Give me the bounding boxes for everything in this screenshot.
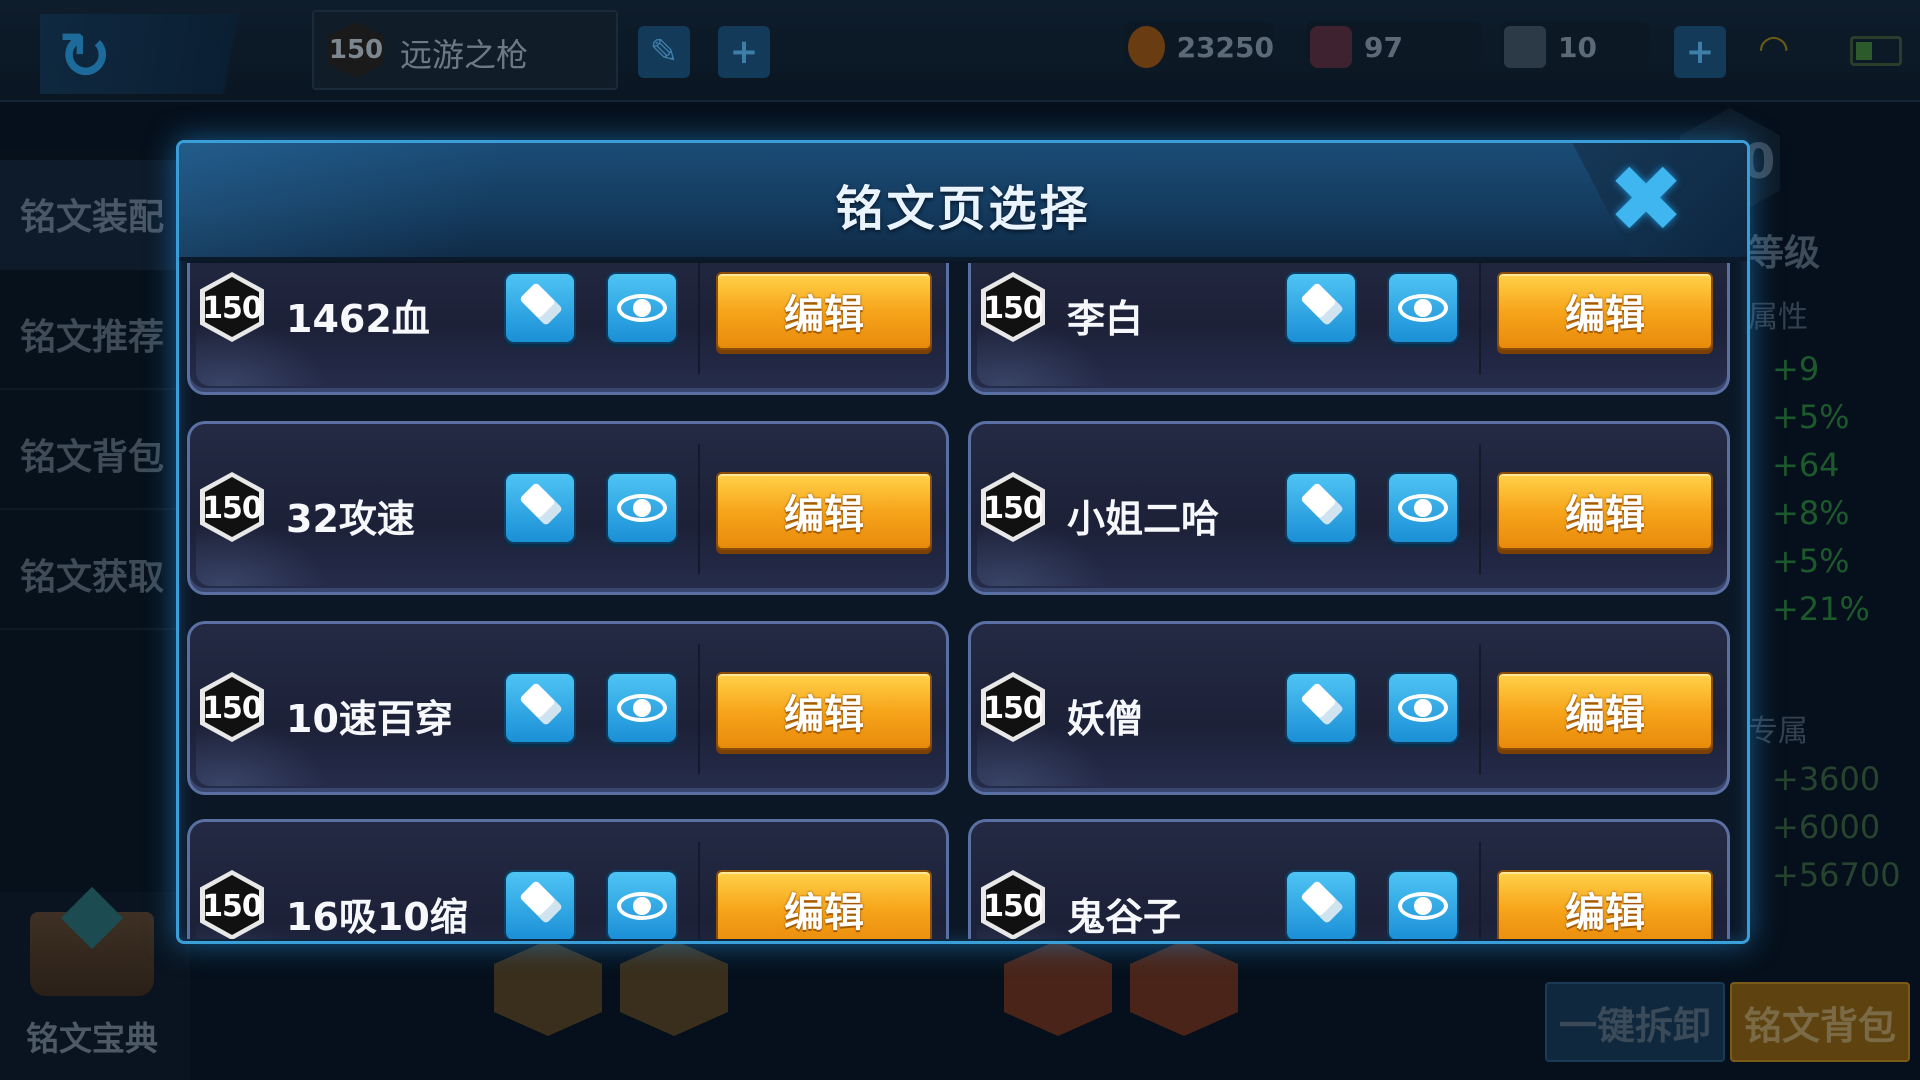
rune-page-card[interactable]: 150 10速百穿 编辑	[187, 621, 949, 795]
view-button[interactable]	[1387, 870, 1459, 939]
nav-rune-recommend[interactable]: 铭文推荐	[0, 280, 185, 390]
rune-codex-button[interactable]: 铭文宝典	[0, 886, 190, 1080]
nav-rune-obtain[interactable]: 铭文获取	[0, 520, 185, 630]
view-button[interactable]	[606, 870, 678, 939]
back-button[interactable]: ↺	[40, 14, 270, 94]
exclusive-stat-value: +6000	[1772, 808, 1881, 846]
eraser-icon	[1300, 880, 1344, 924]
stat-value: +5%	[1772, 398, 1850, 436]
view-button[interactable]	[606, 272, 678, 344]
rune-page-card[interactable]: 150 小姐二哈 编辑	[968, 421, 1730, 595]
exclusive-stat-value: +3600	[1772, 760, 1881, 798]
rune-page-name: 李白	[1067, 297, 1144, 341]
edit-button[interactable]: 编辑	[1497, 472, 1713, 550]
rune-page-name: 鬼谷子	[1067, 895, 1182, 939]
view-button[interactable]	[606, 672, 678, 744]
rune-page-card[interactable]: 150 1462血 编辑	[187, 263, 949, 395]
dialog-title: 铭文页选择	[835, 181, 1091, 237]
dialog-header: 铭文页选择 ✖	[179, 143, 1747, 261]
rename-button[interactable]	[1285, 672, 1357, 744]
rename-button[interactable]	[504, 870, 576, 939]
left-nav: 铭文装配 铭文推荐 铭文背包 铭文获取	[0, 150, 185, 890]
book-icon	[30, 886, 154, 996]
rune-page-card[interactable]: 150 32攻速 编辑	[187, 421, 949, 595]
edit-button[interactable]: 编辑	[716, 472, 932, 550]
rune-slot[interactable]	[620, 940, 728, 1036]
eraser-icon	[1300, 282, 1344, 326]
hero-level-badge: 150	[328, 22, 384, 78]
hero-selector[interactable]: 150 远游之枪	[312, 10, 618, 90]
back-arrow-icon: ↺	[58, 20, 112, 94]
edit-button[interactable]: 编辑	[716, 870, 932, 939]
rune-page-name: 32攻速	[286, 497, 415, 541]
eraser-icon	[519, 682, 563, 726]
top-bar: ↺ 150 远游之枪 ✎ + 23250 97 10 + ◠	[0, 0, 1920, 102]
battery-icon	[1850, 36, 1902, 66]
stat-value: +8%	[1772, 494, 1850, 532]
rune-page-name: 小姐二哈	[1067, 497, 1220, 541]
rename-button[interactable]	[504, 672, 576, 744]
rune-page-name: 1462血	[286, 297, 430, 341]
stat-value: +21%	[1772, 590, 1870, 628]
stat-value: +64	[1772, 446, 1840, 484]
exclusive-stat-value: +56700	[1772, 856, 1901, 894]
rune-page-select-dialog: 铭文页选择 ✖ 150 1462血 编辑 150 李白 编辑 150 32攻速	[176, 140, 1750, 944]
eraser-icon	[1300, 682, 1344, 726]
rune-page-name: 妖僧	[1067, 697, 1144, 741]
topup-plus-icon[interactable]: +	[1674, 26, 1726, 78]
rename-button[interactable]	[1285, 472, 1357, 544]
rename-button[interactable]	[504, 272, 576, 344]
rune-bag-button[interactable]: 铭文背包	[1730, 982, 1910, 1062]
rune-page-card[interactable]: 150 鬼谷子 编辑	[968, 819, 1730, 939]
hero-name: 远游之枪	[400, 36, 529, 74]
wifi-icon: ◠	[1758, 28, 1790, 69]
rename-button[interactable]	[1285, 870, 1357, 939]
diamond-counter: 97	[1306, 22, 1482, 72]
rune-page-name: 10速百穿	[286, 697, 453, 741]
close-button[interactable]: ✖	[1605, 146, 1687, 253]
eraser-icon	[519, 482, 563, 526]
rename-button[interactable]	[504, 472, 576, 544]
nav-rune-bag[interactable]: 铭文背包	[0, 400, 185, 510]
rename-button[interactable]	[1285, 272, 1357, 344]
exclusive-title: 专属	[1748, 714, 1808, 749]
view-button[interactable]	[1387, 272, 1459, 344]
gold-counter: 23250	[1124, 22, 1274, 72]
unequip-all-button[interactable]: 一键拆卸	[1545, 982, 1725, 1062]
view-button[interactable]	[606, 472, 678, 544]
edit-button[interactable]: 编辑	[716, 672, 932, 750]
rune-level-label: 等级	[1748, 233, 1821, 274]
coupon-counter: 10	[1500, 22, 1650, 72]
rune-page-name: 16吸10缩	[286, 895, 468, 939]
close-icon: ✖	[1607, 146, 1685, 253]
edit-button[interactable]: 编辑	[1497, 672, 1713, 750]
eraser-icon	[519, 282, 563, 326]
rune-slot[interactable]	[494, 940, 602, 1036]
edit-button[interactable]: 编辑	[1497, 272, 1713, 350]
rune-page-list[interactable]: 150 1462血 编辑 150 李白 编辑 150 32攻速 编辑 150 小…	[187, 263, 1737, 939]
stat-value: +9	[1772, 350, 1820, 388]
diamond-icon	[1310, 26, 1352, 68]
rune-page-card[interactable]: 150 16吸10缩 编辑	[187, 819, 949, 939]
edit-button[interactable]: 编辑	[1497, 870, 1713, 939]
view-button[interactable]	[1387, 472, 1459, 544]
rune-page-card[interactable]: 150 李白 编辑	[968, 263, 1730, 395]
gold-coin-icon	[1128, 26, 1165, 68]
rune-slot[interactable]	[1130, 940, 1238, 1036]
stat-value: +5%	[1772, 542, 1850, 580]
edit-button[interactable]: 编辑	[716, 272, 932, 350]
attribute-title: 属性	[1748, 300, 1808, 335]
coupon-icon	[1504, 26, 1546, 68]
rune-page-card[interactable]: 150 妖僧 编辑	[968, 621, 1730, 795]
eraser-icon[interactable]: ✎	[638, 26, 690, 78]
eraser-icon	[519, 880, 563, 924]
rune-codex-label: 铭文宝典	[26, 1019, 158, 1058]
rune-slot[interactable]	[1004, 940, 1112, 1036]
eraser-icon	[1300, 482, 1344, 526]
nav-rune-equip[interactable]: 铭文装配	[0, 160, 185, 270]
add-icon[interactable]: +	[718, 26, 770, 78]
view-button[interactable]	[1387, 672, 1459, 744]
